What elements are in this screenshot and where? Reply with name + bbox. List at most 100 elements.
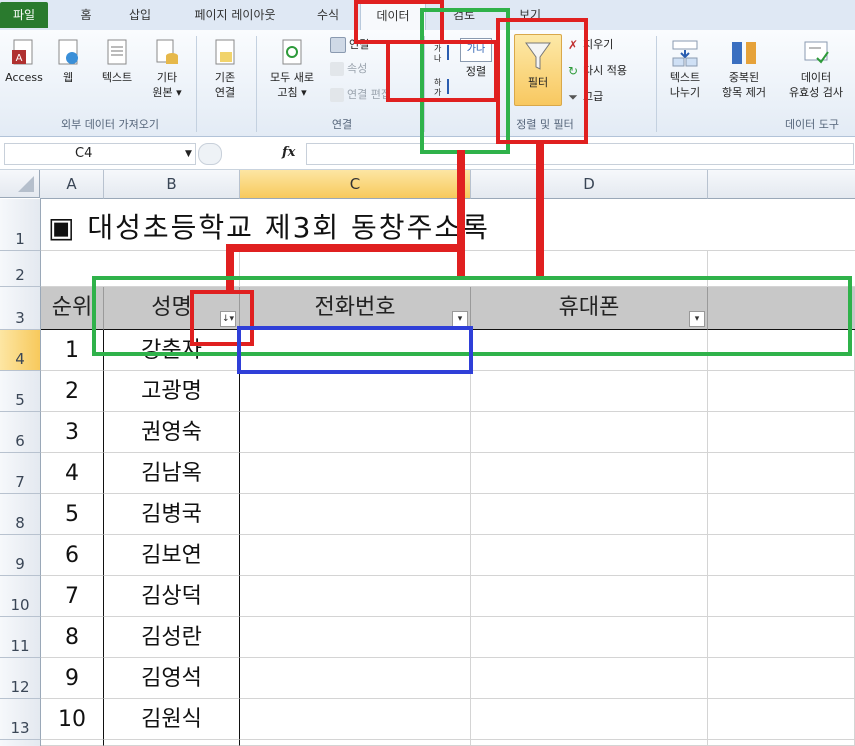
mobile-cell[interactable] [471, 412, 708, 453]
filter-dropdown-icon[interactable]: ▾ [689, 311, 705, 327]
from-access-button[interactable]: A Access [2, 38, 46, 85]
empty-cell[interactable] [41, 740, 104, 746]
insert-function-icon[interactable]: fx [282, 145, 295, 160]
name-box-dropdown-icon[interactable]: ▼ [185, 144, 192, 164]
empty-cell[interactable] [708, 740, 855, 746]
empty-cell[interactable] [708, 699, 855, 740]
empty-cell[interactable] [708, 494, 855, 535]
row-header-1[interactable]: 1 [0, 199, 41, 251]
row-header-13[interactable]: 13 [0, 699, 41, 740]
tab-data[interactable]: 데이터 [360, 3, 426, 31]
rank-cell[interactable]: 1 [41, 330, 104, 371]
reapply-button[interactable]: ↻ 다시 적용 [566, 62, 627, 80]
name-cell[interactable]: 김원식 [104, 699, 240, 740]
filter-button[interactable]: 필터 [514, 34, 562, 106]
column-header-a[interactable]: A [40, 170, 104, 199]
sort-filter-dropdown-icon[interactable]: ↓▾ [220, 311, 236, 327]
filter-dropdown-icon[interactable]: ▾ [452, 311, 468, 327]
row-header-3[interactable]: 3 [0, 287, 41, 330]
formula-input[interactable] [306, 143, 854, 165]
rank-cell[interactable]: 8 [41, 617, 104, 658]
edit-links-button[interactable]: 연결 편집 [330, 86, 391, 104]
clear-filter-button[interactable]: ✗ 지우기 [566, 36, 613, 54]
phone-cell[interactable] [240, 576, 471, 617]
from-text-button[interactable]: 텍스트 [94, 38, 140, 85]
phone-cell[interactable] [240, 699, 471, 740]
rank-cell[interactable]: 9 [41, 658, 104, 699]
empty-cell[interactable] [708, 617, 855, 658]
sheet-title[interactable]: ▣ 대성초등학교 제3회 동창주소록 [48, 206, 490, 246]
mobile-cell[interactable] [471, 658, 708, 699]
tab-view[interactable]: 보기 [510, 3, 550, 27]
from-web-button[interactable]: 웹 [50, 38, 86, 85]
rank-cell[interactable]: 7 [41, 576, 104, 617]
header-cell-mobile[interactable]: 휴대폰 ▾ [471, 287, 708, 330]
phone-cell-active[interactable] [240, 330, 471, 371]
tab-formulas[interactable]: 수식 [306, 3, 350, 27]
column-header-d[interactable]: D [471, 170, 708, 199]
rank-cell[interactable]: 6 [41, 535, 104, 576]
row-header-4[interactable]: 4 [0, 330, 41, 371]
rank-cell[interactable]: 10 [41, 699, 104, 740]
name-cell[interactable]: 김병국 [104, 494, 240, 535]
name-cell[interactable]: 고광명 [104, 371, 240, 412]
column-header-c[interactable]: C [240, 170, 471, 199]
tab-review[interactable]: 검토 [436, 3, 492, 27]
rank-cell[interactable]: 4 [41, 453, 104, 494]
properties-button[interactable]: 속성 [330, 60, 367, 78]
phone-cell[interactable] [240, 658, 471, 699]
advanced-filter-button[interactable]: ⏷ 고급 [566, 88, 603, 106]
empty-cell[interactable] [708, 576, 855, 617]
row-header-8[interactable]: 8 [0, 494, 41, 535]
header-cell-empty[interactable] [708, 287, 855, 330]
empty-cell[interactable] [708, 535, 855, 576]
header-cell-phone[interactable]: 전화번호 ▾ [240, 287, 471, 330]
tab-file[interactable]: 파일 [0, 2, 48, 28]
name-box[interactable]: C4 ▼ [4, 143, 196, 165]
empty-cell[interactable] [708, 658, 855, 699]
mobile-cell[interactable] [471, 617, 708, 658]
mobile-cell[interactable] [471, 330, 708, 371]
mobile-cell[interactable] [471, 453, 708, 494]
sort-ascending-button[interactable]: 가나 [432, 42, 454, 68]
sort-button[interactable]: 가나 정렬 [458, 38, 494, 79]
empty-cell[interactable] [708, 330, 855, 371]
row-header-12[interactable]: 12 [0, 658, 41, 699]
mobile-cell[interactable] [471, 535, 708, 576]
name-cell[interactable]: 김영석 [104, 658, 240, 699]
phone-cell[interactable] [240, 617, 471, 658]
header-cell-rank[interactable]: 순위 [41, 287, 104, 330]
phone-cell[interactable] [240, 535, 471, 576]
header-cell-name[interactable]: 성명 ↓▾ [104, 287, 240, 330]
phone-cell[interactable] [240, 453, 471, 494]
empty-row[interactable] [41, 251, 855, 287]
mobile-cell[interactable] [471, 576, 708, 617]
row-header-7[interactable]: 7 [0, 453, 41, 494]
phone-cell[interactable] [240, 412, 471, 453]
empty-cell[interactable] [708, 371, 855, 412]
empty-cell[interactable] [708, 453, 855, 494]
rank-cell[interactable]: 5 [41, 494, 104, 535]
row-header-14[interactable] [0, 740, 41, 746]
tab-insert[interactable]: 삽입 [118, 3, 162, 27]
row-header-2[interactable]: 2 [0, 251, 41, 287]
tab-page-layout[interactable]: 페이지 레이아웃 [176, 3, 294, 27]
row-header-6[interactable]: 6 [0, 412, 41, 453]
row-header-11[interactable]: 11 [0, 617, 41, 658]
data-validation-button[interactable]: 데이터 유효성 검사 [780, 38, 852, 100]
empty-cell[interactable] [471, 740, 708, 746]
row-header-10[interactable]: 10 [0, 576, 41, 617]
empty-cell[interactable] [104, 740, 240, 746]
row-header-9[interactable]: 9 [0, 535, 41, 576]
other-sources-button[interactable]: 기타 원본 ▾ [144, 38, 190, 100]
remove-duplicates-button[interactable]: 중복된 항목 제거 [712, 38, 776, 100]
select-all-corner[interactable] [0, 170, 40, 198]
existing-connections-button[interactable]: 기존 연결 [200, 38, 250, 100]
name-cell[interactable]: 권영숙 [104, 412, 240, 453]
rank-cell[interactable]: 3 [41, 412, 104, 453]
phone-cell[interactable] [240, 494, 471, 535]
rank-cell[interactable]: 2 [41, 371, 104, 412]
mobile-cell[interactable] [471, 494, 708, 535]
row-header-5[interactable]: 5 [0, 371, 41, 412]
phone-cell[interactable] [240, 371, 471, 412]
